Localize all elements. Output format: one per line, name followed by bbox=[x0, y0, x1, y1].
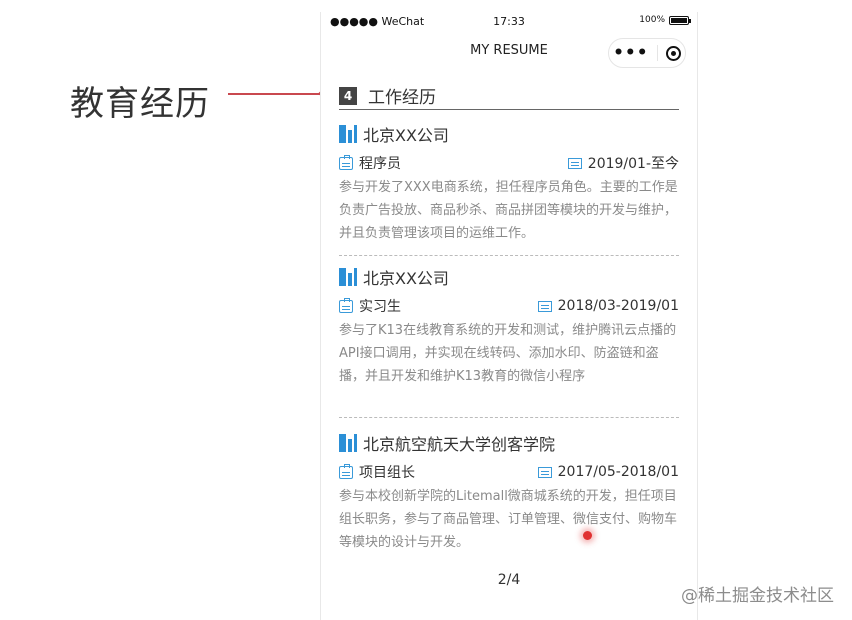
job-role: 实习生 bbox=[359, 299, 401, 315]
capsule-divider bbox=[656, 45, 658, 61]
status-bar: ●●●●● WeChat 17:33 100% bbox=[321, 12, 697, 32]
calendar-icon bbox=[567, 157, 582, 169]
job-date: 2017/05-2018/01 bbox=[557, 464, 679, 480]
badge-icon bbox=[339, 154, 353, 170]
section-header: 4 工作经历 bbox=[339, 82, 679, 110]
phone-screen: ●●●●● WeChat 17:33 100% MY RESUME ••• 4 … bbox=[320, 12, 698, 620]
job-role: 项目组长 bbox=[359, 465, 415, 481]
experience-entry: 北京航空航天大学创客学院 项目组长 2017/05-2018/01 参与本校创新… bbox=[339, 431, 679, 565]
building-icon bbox=[339, 434, 357, 452]
job-date: 2018/03-2019/01 bbox=[557, 298, 679, 314]
section-title: 工作经历 bbox=[368, 88, 436, 108]
experience-entry: 北京XX公司 程序员 2019/01-至今 参与开发了XXX电商系统，担任程序员… bbox=[339, 122, 679, 256]
job-description: 参与开发了XXX电商系统，担任程序员角色。主要的工作是负责广告投放、商品秒杀、商… bbox=[339, 180, 678, 241]
company-name: 北京XX公司 bbox=[363, 269, 449, 288]
nav-bar: MY RESUME ••• bbox=[321, 36, 697, 68]
experience-entry: 北京XX公司 实习生 2018/03-2019/01 参与了K13在线教育系统的… bbox=[339, 265, 679, 418]
battery-icon bbox=[669, 15, 691, 25]
callout-label: 教育经历 bbox=[70, 84, 210, 124]
job-role: 程序员 bbox=[359, 156, 401, 172]
building-icon bbox=[339, 268, 357, 286]
job-date: 2019/01-至今 bbox=[587, 156, 679, 172]
section-number-badge: 4 bbox=[339, 86, 357, 105]
badge-icon bbox=[339, 297, 353, 313]
job-description: 参与本校创新学院的Litemall微商城系统的开发，担任项目组长职务，参与了商品… bbox=[339, 489, 678, 550]
watermark: @稀土掘金技术社区 bbox=[681, 586, 834, 606]
battery-percent: 100% bbox=[639, 15, 665, 25]
more-icon[interactable]: ••• bbox=[613, 44, 649, 62]
mini-program-capsule: ••• bbox=[608, 38, 686, 68]
battery-status: 100% bbox=[639, 15, 691, 25]
calendar-icon bbox=[537, 300, 552, 312]
building-icon bbox=[339, 125, 357, 143]
screenshot: 教育经历 ●●●●● WeChat 17:33 100% MY RESUME •… bbox=[0, 0, 852, 620]
callout-arrow-line bbox=[228, 93, 324, 95]
calendar-icon bbox=[537, 466, 552, 478]
page-indicator: 2/4 bbox=[497, 572, 521, 588]
badge-icon bbox=[339, 463, 353, 479]
job-description: 参与了K13在线教育系统的开发和测试，维护腾讯云点播的API接口调用，并实现在线… bbox=[339, 323, 677, 384]
company-name: 北京航空航天大学创客学院 bbox=[363, 435, 556, 454]
cursor-indicator bbox=[583, 531, 592, 540]
company-name: 北京XX公司 bbox=[363, 126, 449, 145]
target-icon[interactable] bbox=[665, 45, 681, 61]
